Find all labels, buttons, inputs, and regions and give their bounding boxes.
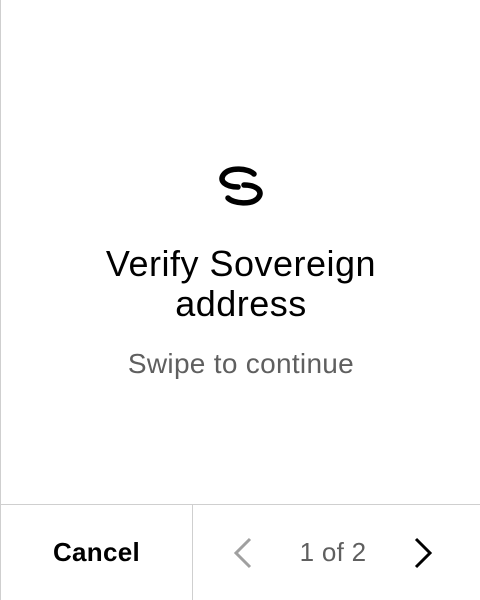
previous-page-button[interactable] bbox=[225, 530, 261, 576]
page-title: Verify Sovereign address bbox=[105, 243, 377, 324]
chevron-right-icon bbox=[414, 537, 433, 568]
page-indicator: 1 of 2 bbox=[299, 537, 367, 567]
footer-bar: Cancel 1 of 2 bbox=[1, 504, 480, 600]
main-content: Verify Sovereign address Swipe to contin… bbox=[1, 0, 480, 504]
screen: Verify Sovereign address Swipe to contin… bbox=[0, 0, 480, 600]
instruction-text: Swipe to continue bbox=[127, 348, 355, 379]
cancel-button[interactable]: Cancel bbox=[1, 505, 193, 600]
chevron-left-icon bbox=[233, 537, 252, 568]
sovereign-logo-icon bbox=[219, 166, 263, 206]
pager: 1 of 2 bbox=[193, 505, 480, 600]
next-page-button[interactable] bbox=[405, 530, 441, 576]
